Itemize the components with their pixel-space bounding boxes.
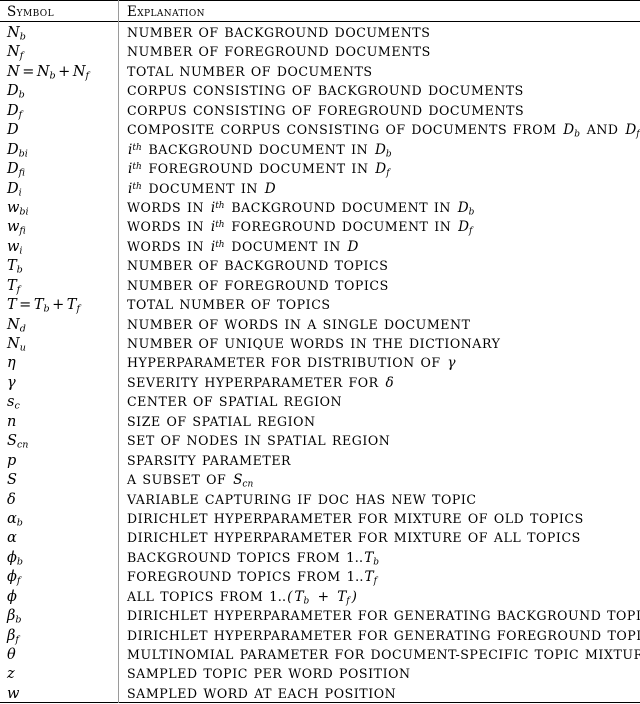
table-row: γ SEVERITY HYPERPARAMETER FOR δ [0,372,640,391]
explanation-cell: DIRICHLET HYPERPARAMETER FOR GENERATING … [127,627,640,643]
table-row: T = Tb + Tf TOTAL NUMBER OF TOPICS [0,294,640,315]
explanation-cell: NUMBER OF WORDS IN A SINGLE DOCUMENT [127,316,471,332]
explanation-cell: DIRICHLET HYPERPARAMETER FOR GENERATING … [127,608,640,624]
table-row: βb DIRICHLET HYPERPARAMETER FOR GENERATIN… [0,605,640,626]
table-row: z SAMPLED TOPIC PER WORD POSITION [0,663,640,682]
table-row: SA SUBSET OF Scn [0,469,640,490]
symbol-cell: δ [7,491,16,508]
table-row: ϕf FOREGROUND TOPICS FROM 1..Tf [0,566,640,587]
explanation-cell: CORPUS CONSISTING OF BACKGROUND DOCUMENT… [127,83,524,99]
explanation-cell: SAMPLED WORD AT EACH POSITION [127,685,397,701]
header-label-explanation: Explanation [127,4,205,20]
table-row: Nd NUMBER OF WORDS IN A SINGLE DOCUMENT [0,314,640,335]
explanation-cell: SPARSITY PARAMETER [127,452,292,468]
symbol-cell: θ [7,647,16,663]
explanation-cell: TOTAL NUMBER OF TOPICS [127,297,331,313]
symbol-cell: ϕ [7,588,17,605]
table-row: wfi WORDS IN ith FOREGROUND DOCUMENT IN D… [0,216,640,237]
explanation-cell: SEVERITY HYPERPARAMETER FOR δ [127,374,394,391]
table-row: ϕb BACKGROUND TOPICS FROM 1..Tb [0,547,640,568]
table-row: θ MULTINOMIAL PARAMETER FOR DOCUMENT-SPEC… [0,644,640,663]
symbol-cell: z [7,666,15,683]
explanation-cell: VARIABLE CAPTURING IF DOC HAS NEW TOPIC [127,491,477,507]
symbol-cell: n [7,413,17,430]
table-row: Tb NUMBER OF BACKGROUND TOPICS [0,255,640,276]
explanation-cell: CORPUS CONSISTING OF FOREGROUND DOCUMENT… [127,102,525,118]
notation-table: Symbol Explanation Nb NUMBER OF BACKGROUN… [0,0,640,704]
table-row: α DIRICHLET HYPERPARAMETER FOR MIXTURE OF… [0,527,640,546]
table-body: Nb NUMBER OF BACKGROUND DOCUMENTS Nf NUMBER… [0,22,640,702]
table-row: αb DIRICHLET HYPERPARAMETER FOR MIXTURE O… [0,508,640,529]
table-row: Dfi ith FOREGROUND DOCUMENT IN Df [0,158,640,179]
symbol-cell: D [7,122,19,139]
explanation-cell: CENTER OF SPATIAL REGION [127,394,343,410]
table-row: wi WORDS IN ith DOCUMENT IN D [0,236,640,257]
explanation-cell: HYPERPARAMETER FOR DISTRIBUTION OF γ [127,355,456,372]
symbol-cell: S [7,472,17,489]
table-row: Db CORPUS CONSISTING OF BACKGROUND DOCUME… [0,80,640,101]
table-row: wbi WORDS IN ith BACKGROUND DOCUMENT IN D… [0,197,640,218]
table-row: sc CENTER OF SPATIAL REGION [0,391,640,412]
explanation-cell: NUMBER OF BACKGROUND TOPICS [127,258,389,274]
table-row: Tf NUMBER OF FOREGROUND TOPICS [0,275,640,296]
table-row: Df CORPUS CONSISTING OF FOREGROUND DOCUME… [0,100,640,121]
table-row: Scn SET OF NODES IN SPATIAL REGION [0,430,640,451]
explanation-cell: NUMBER OF BACKGROUND DOCUMENTS [127,25,431,40]
table-row: Dbi ith BACKGROUND DOCUMENT IN Db [0,139,640,160]
explanation-cell: NUMBER OF UNIQUE WORDS IN THE DICTIONARY [127,336,501,351]
table-row: Di ith DOCUMENT IN D [0,178,640,199]
explanation-cell: MULTINOMIAL PARAMETER FOR DOCUMENT-SPECI… [127,647,640,662]
symbol-cell: p [7,452,17,469]
table-row: p SPARSITY PARAMETER [0,450,640,469]
table-row: η HYPERPARAMETER FOR DISTRIBUTION OF γ [0,352,640,371]
symbol-cell: γ [7,374,16,391]
table-row: βf DIRICHLET HYPERPARAMETER FOR GENERATIN… [0,625,640,646]
table-row: δ VARIABLE CAPTURING IF DOC HAS NEW TOPIC [0,489,640,508]
header-cell-symbol: Symbol [0,1,118,22]
explanation-cell: SET OF NODES IN SPATIAL REGION [127,433,391,449]
symbol-cell: α [7,530,17,547]
explanation-cell: ith DOCUMENT IN D [128,180,276,197]
table-row: Nf NUMBER OF FOREGROUND DOCUMENTS [0,41,640,62]
header-cell-explanation: Explanation [118,1,640,22]
explanation-cell: DIRICHLET HYPERPARAMETER FOR MIXTURE OF … [127,510,584,526]
explanation-cell: SIZE OF SPATIAL REGION [127,413,316,429]
explanation-cell: WORDS IN ith DOCUMENT IN D [127,238,359,255]
explanation-cell: SAMPLED TOPIC PER WORD POSITION [127,666,411,682]
header-label-symbol: Symbol [7,4,54,20]
explanation-cell: NUMBER OF FOREGROUND DOCUMENTS [127,44,431,60]
table-row: D COMPOSITE CORPUS CONSISTING OF DOCUMENT… [0,119,640,140]
table-row: N = Nb + Nf TOTAL NUMBER OF DOCUMENTS [0,61,640,82]
table-row: ϕ ALL TOPICS FROM 1..(Tb + Tf) [0,586,640,607]
symbol-cell: w [7,685,20,702]
table-row: n SIZE OF SPATIAL REGION [0,411,640,430]
table-header-row: Symbol Explanation [0,1,640,21]
table-row: Nb NUMBER OF BACKGROUND DOCUMENTS [0,22,640,43]
explanation-cell: TOTAL NUMBER OF DOCUMENTS [127,63,373,79]
explanation-cell: DIRICHLET HYPERPARAMETER FOR MIXTURE OF … [127,530,581,546]
symbol-cell: η [7,355,16,372]
explanation-cell: NUMBER OF FOREGROUND TOPICS [127,277,389,293]
table-row: Nu NUMBER OF UNIQUE WORDS IN THE DICTIONA… [0,333,640,354]
table-row: w SAMPLED WORD AT EACH POSITION [0,683,640,702]
